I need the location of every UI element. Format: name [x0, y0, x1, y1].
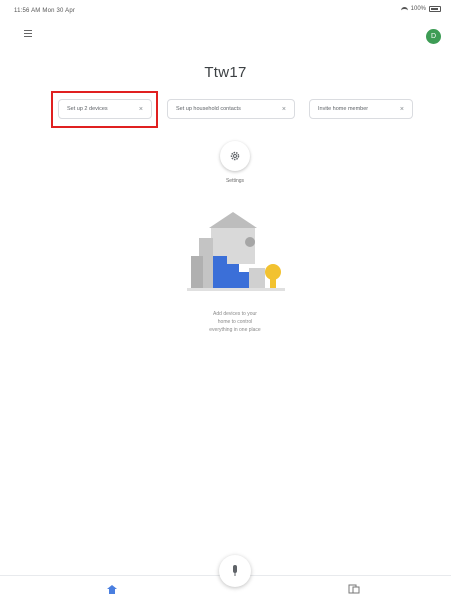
menu-icon[interactable]: [24, 30, 32, 37]
mic-icon: [233, 565, 237, 576]
chip-label: Set up household contacts: [176, 106, 241, 112]
battery-icon: [429, 6, 441, 12]
status-bar: 11:56 AM Mon 30 Apr 100%: [0, 0, 451, 22]
gear-icon: [230, 151, 240, 161]
chip-label: Invite home member: [318, 106, 369, 112]
battery-percent: 100%: [410, 6, 426, 12]
mic-button[interactable]: [219, 555, 251, 587]
empty-state-text: Add devices to your home to control ever…: [150, 310, 320, 334]
highlight-box: [51, 91, 158, 128]
avatar[interactable]: D: [426, 29, 441, 44]
home-icon[interactable]: [106, 584, 118, 594]
setup-household-contacts-chip[interactable]: Set up household contacts ×: [167, 99, 295, 119]
settings-label: Settings: [225, 178, 245, 184]
empty-state-line: home to control: [217, 319, 253, 325]
home-title: Ttw17: [204, 64, 247, 81]
home-illustration: [187, 212, 285, 291]
wifi-icon: [400, 6, 408, 12]
empty-state-line: everything in one place: [209, 327, 261, 333]
status-indicators: 100%: [400, 6, 441, 12]
close-icon[interactable]: ×: [400, 106, 404, 113]
devices-icon[interactable]: [348, 584, 360, 594]
invite-home-member-chip[interactable]: Invite home member ×: [309, 99, 413, 119]
status-time: 11:56 AM Mon 30 Apr: [14, 8, 76, 14]
settings-button[interactable]: [220, 141, 250, 171]
close-icon[interactable]: ×: [282, 106, 286, 113]
empty-state-line: Add devices to your: [213, 311, 257, 317]
